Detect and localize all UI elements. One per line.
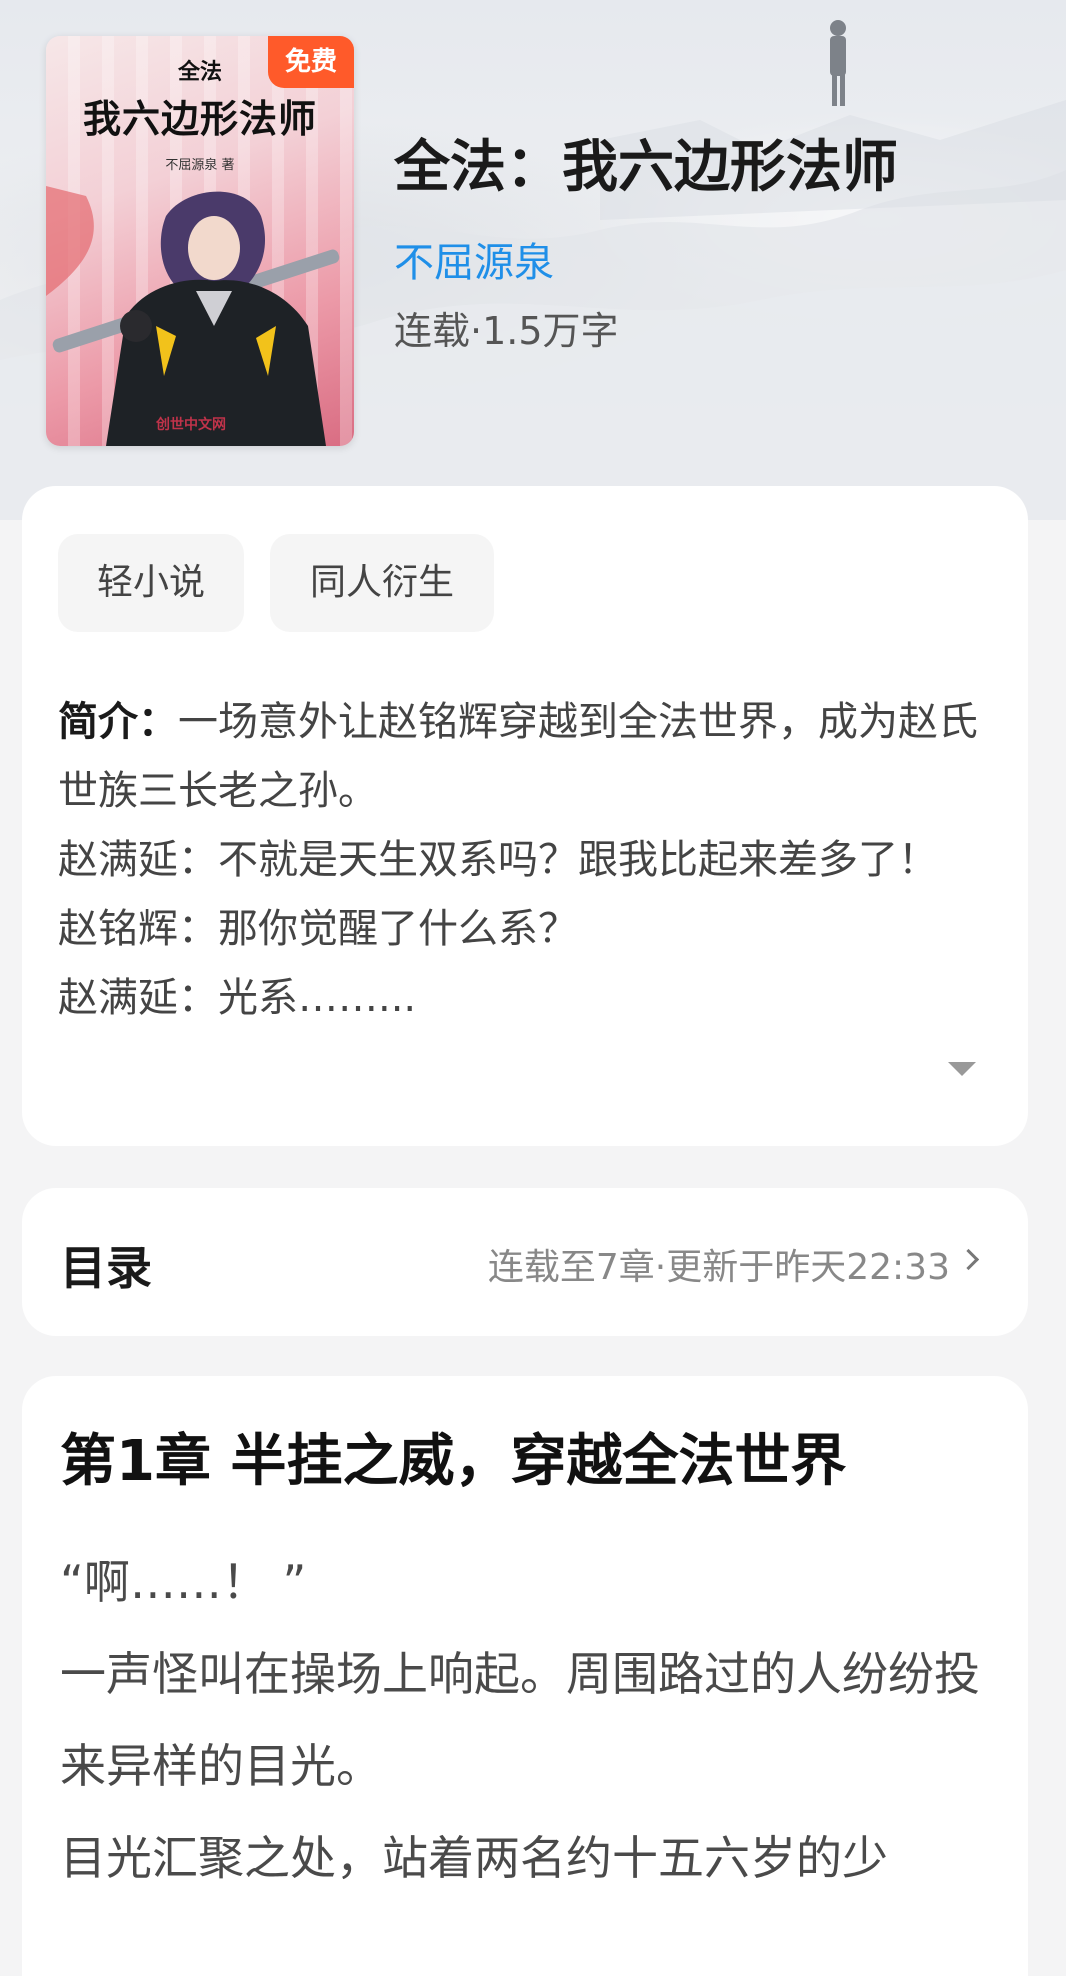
standing-figure-silhouette	[830, 20, 846, 106]
expand-caret-icon[interactable]	[948, 1062, 976, 1076]
toc-update-info: 连载至7章·更新于昨天22:33	[487, 1247, 950, 1288]
chapter-paragraph: 目光汇聚之处，站着两名约十五六岁的少	[60, 1831, 888, 1885]
intro-line: 赵铭辉：那你觉醒了什么系？	[58, 906, 578, 952]
chevron-right-icon	[957, 1248, 980, 1271]
intro-text[interactable]: 简介：一场意外让赵铭辉穿越到全法世界，成为赵氏世族三长老之孙。 赵满延：不就是天…	[58, 688, 1008, 1033]
book-status: 连载·1.5万字	[394, 309, 619, 353]
intro-line: 赵满延：不就是天生双系吗？跟我比起来差多了！	[58, 837, 938, 883]
cover-author-line: 不屈源泉 著	[165, 158, 235, 173]
toc-title: 目录	[60, 1241, 152, 1295]
tag-light-novel[interactable]: 轻小说	[58, 534, 244, 632]
book-cover[interactable]: 全法 我六边形法师 不屈源泉 著 创世中文网 免费	[46, 36, 354, 446]
toc-card[interactable]: 目录 连载至7章·更新于昨天22:33	[22, 1188, 1028, 1336]
free-badge: 免费	[268, 36, 354, 88]
intro-first-line: 一场意外让赵铭辉穿越到全法世界，成为赵氏世族三长老之孙。	[58, 699, 978, 814]
chapter-body: “啊……！ ” 一声怪叫在操场上响起。周围路过的人纷纷投来异样的目光。 目光汇聚…	[60, 1536, 1000, 1904]
author-link[interactable]: 不屈源泉	[394, 230, 554, 288]
chapter-paragraph: “啊……！ ”	[60, 1555, 307, 1609]
intro-line: 赵满延：光系……...	[58, 975, 417, 1021]
book-title: 全法：我六边形法师	[394, 135, 898, 200]
cover-character-illustration	[46, 186, 340, 446]
chapter-title: 第1章 半挂之威，穿越全法世界	[60, 1429, 847, 1494]
publisher-logo: 创世中文网	[156, 417, 226, 433]
chapter-paragraph: 一声怪叫在操场上响起。周围路过的人纷纷投来异样的目光。	[60, 1647, 980, 1793]
chapter-preview-card[interactable]: 第1章 半挂之威，穿越全法世界 “啊……！ ” 一声怪叫在操场上响起。周围路过的…	[22, 1376, 1028, 1976]
intro-card: 轻小说 同人衍生 简介：一场意外让赵铭辉穿越到全法世界，成为赵氏世族三长老之孙。…	[22, 486, 1028, 1146]
intro-label: 简介：	[58, 699, 178, 745]
cover-title: 我六边形法师	[82, 97, 317, 141]
tag-fan-fiction[interactable]: 同人衍生	[270, 534, 494, 632]
